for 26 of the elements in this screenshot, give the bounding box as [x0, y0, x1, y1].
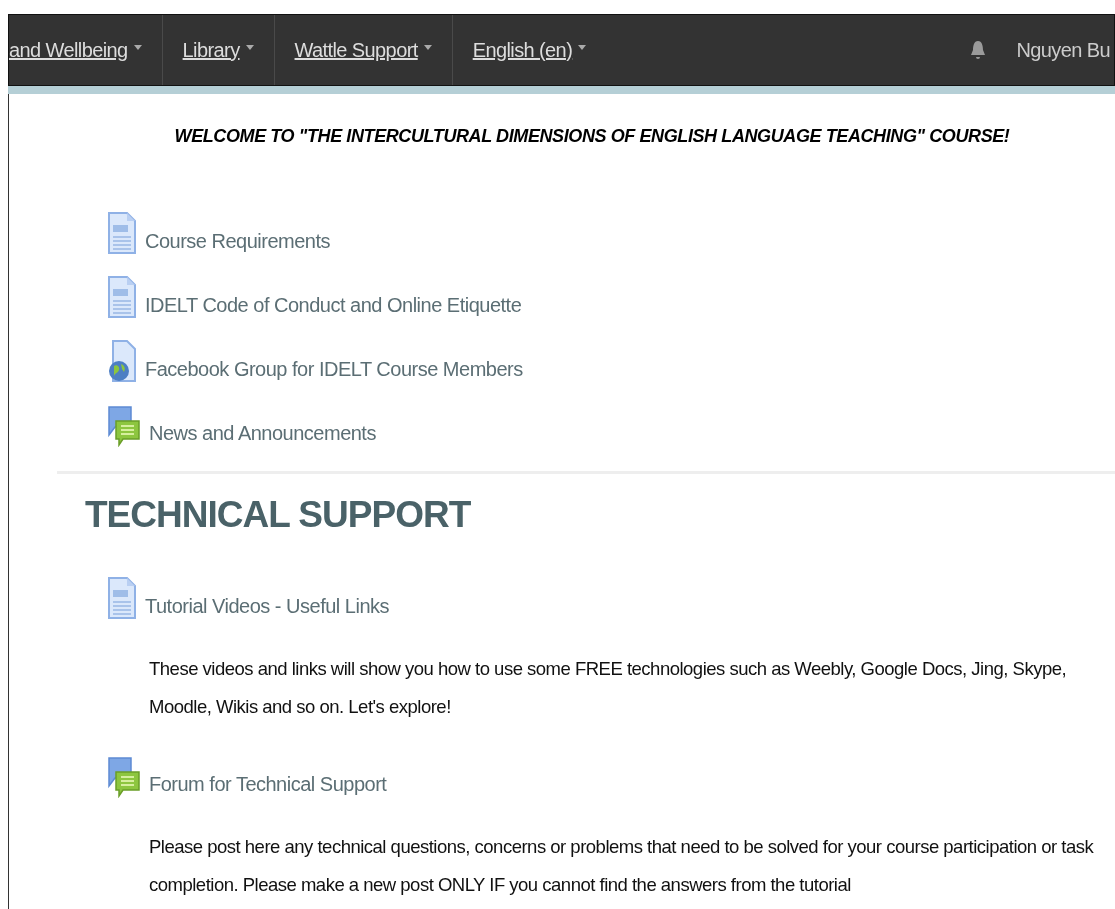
chat-bubbles-icon: [107, 403, 141, 447]
document-icon: [107, 211, 137, 255]
document-icon: [107, 576, 137, 620]
bell-icon[interactable]: [970, 39, 987, 61]
activity-link[interactable]: IDELT Code of Conduct and Online Etiquette: [145, 294, 522, 321]
caret-icon: [245, 44, 254, 50]
activity-link[interactable]: News and Announcements: [149, 422, 376, 449]
chat-bubbles-icon: [107, 754, 141, 798]
user-name[interactable]: Nguyen Bu: [1016, 38, 1110, 62]
activity-link[interactable]: Tutorial Videos - Useful Links: [145, 595, 389, 622]
activity-description: These videos and links will show you how to use some FREE technologies such as Weebly, Google Docs, Jing, Skype, Moodle, Wikis and so on. Let's explore!: [149, 657, 1068, 719]
menu-link[interactable]: Wattle Support: [294, 38, 418, 62]
caret-icon: [578, 44, 587, 50]
document-icon: [107, 275, 137, 319]
section-heading: TECHNICAL SUPPORT: [85, 494, 472, 536]
activity-link[interactable]: Forum for Technical Support: [149, 773, 387, 800]
activity-description: Please post here any technical questions, concerns or problems that need to be solved for your course participation or task completion. Please make a new post ONLY IF you cannot find the answers from the tutorial: [149, 835, 1095, 897]
caret-icon: [133, 44, 142, 50]
activity-link[interactable]: Course Requirements: [145, 230, 331, 257]
welcome-heading: WELCOME TO "THE INTERCULTURAL DIMENSIONS OF ENGLISH LANGUAGE TEACHING" COURSE!: [173, 125, 1011, 147]
menu-link[interactable]: Library: [182, 38, 240, 62]
caret-icon: [423, 44, 432, 50]
menu-link[interactable]: and Wellbeing: [9, 38, 128, 62]
globe-document-icon: [107, 339, 137, 383]
activity-link[interactable]: Facebook Group for IDELT Course Members: [145, 358, 523, 385]
menu-link[interactable]: English (en): [472, 38, 573, 62]
